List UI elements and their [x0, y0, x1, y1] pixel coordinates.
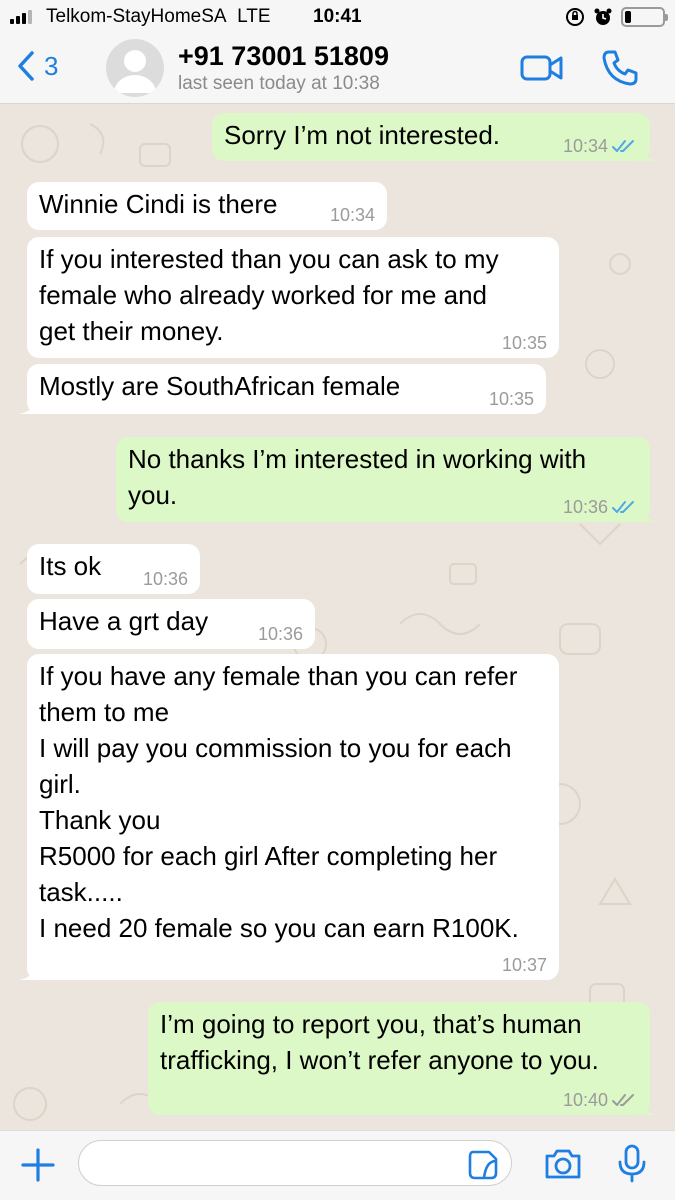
message-time: 10:35 — [488, 389, 534, 409]
avatar[interactable] — [106, 39, 164, 97]
message-text: If you have any female than you can refe… — [39, 661, 519, 943]
unread-count: 3 — [44, 50, 59, 81]
message-incoming[interactable]: Mostly are SouthAfrican female 10:35 — [18, 364, 546, 414]
message-text: If you interested than you can ask to my… — [39, 244, 499, 346]
video-call-icon[interactable] — [520, 48, 564, 88]
message-incoming[interactable]: Winnie Cindi is there 10:34 — [27, 182, 387, 230]
carrier-name: Telkom-StayHomeSA LTE — [46, 6, 271, 28]
network-type: LTE — [237, 6, 271, 27]
read-receipt-icon — [612, 140, 634, 152]
chat-header: 3 +91 73001 51809 last seen today at 10:… — [0, 34, 675, 104]
message-time: 10:36 — [257, 624, 303, 644]
alarm-icon — [594, 8, 612, 25]
message-outgoing[interactable]: No thanks I’m interested in working with… — [116, 437, 659, 522]
message-text: I’m going to report you, that’s human tr… — [160, 1009, 599, 1075]
message-time: 10:37 — [501, 955, 547, 975]
message-time: 10:34 — [329, 205, 375, 225]
chevron-left-icon — [18, 51, 34, 81]
camera-icon[interactable] — [543, 1147, 583, 1181]
input-bar — [0, 1130, 675, 1200]
carrier-label: Telkom-StayHomeSA — [46, 6, 227, 27]
delivered-receipt-icon — [612, 1094, 634, 1106]
message-outgoing[interactable]: Sorry I’m not interested. 10:34 — [212, 113, 659, 161]
message-incoming[interactable]: If you interested than you can ask to my… — [27, 237, 559, 358]
bubble-tail — [18, 964, 36, 980]
chat-area[interactable]: Sorry I’m not interested. 10:34 Winnie C… — [0, 104, 675, 1130]
last-seen: last seen today at 10:38 — [178, 73, 380, 94]
message-text: No thanks I’m interested in working with… — [128, 444, 587, 510]
sticker-icon[interactable] — [467, 1149, 499, 1181]
back-button[interactable]: 3 — [16, 50, 58, 82]
default-avatar-icon — [114, 50, 156, 93]
message-meta: 10:36 — [563, 497, 638, 517]
message-meta: 10:34 — [563, 136, 638, 156]
message-outgoing[interactable]: I’m going to report you, that’s human tr… — [148, 1002, 659, 1115]
status-bar: Telkom-StayHomeSA LTE 10:41 — [0, 0, 675, 34]
message-incoming[interactable]: If you have any female than you can refe… — [18, 654, 559, 980]
message-input[interactable] — [78, 1140, 512, 1186]
message-time: 10:36 — [562, 497, 608, 517]
orientation-lock-icon — [566, 8, 584, 26]
battery-icon — [621, 7, 668, 27]
bubble-tail — [641, 506, 659, 522]
bubble-tail — [641, 145, 659, 161]
voice-call-icon[interactable] — [600, 48, 640, 88]
message-text: Mostly are SouthAfrican female — [39, 371, 401, 401]
microphone-icon[interactable] — [617, 1144, 647, 1184]
message-time: 10:35 — [501, 333, 547, 353]
plus-icon[interactable] — [20, 1147, 56, 1183]
signal-icon — [10, 10, 34, 24]
message-text: Winnie Cindi is there — [39, 189, 278, 219]
status-time: 10:41 — [313, 6, 362, 27]
bubble-tail — [641, 1099, 659, 1115]
contact-name[interactable]: +91 73001 51809 — [178, 41, 389, 72]
message-time: 10:34 — [562, 136, 608, 156]
bubble-tail — [18, 398, 36, 414]
message-time: 10:40 — [562, 1090, 608, 1110]
message-time: 10:36 — [142, 569, 188, 589]
message-incoming[interactable]: Have a grt day 10:36 — [27, 599, 315, 649]
read-receipt-icon — [612, 501, 634, 513]
message-meta: 10:40 — [563, 1090, 638, 1110]
message-incoming[interactable]: Its ok 10:36 — [27, 544, 200, 594]
